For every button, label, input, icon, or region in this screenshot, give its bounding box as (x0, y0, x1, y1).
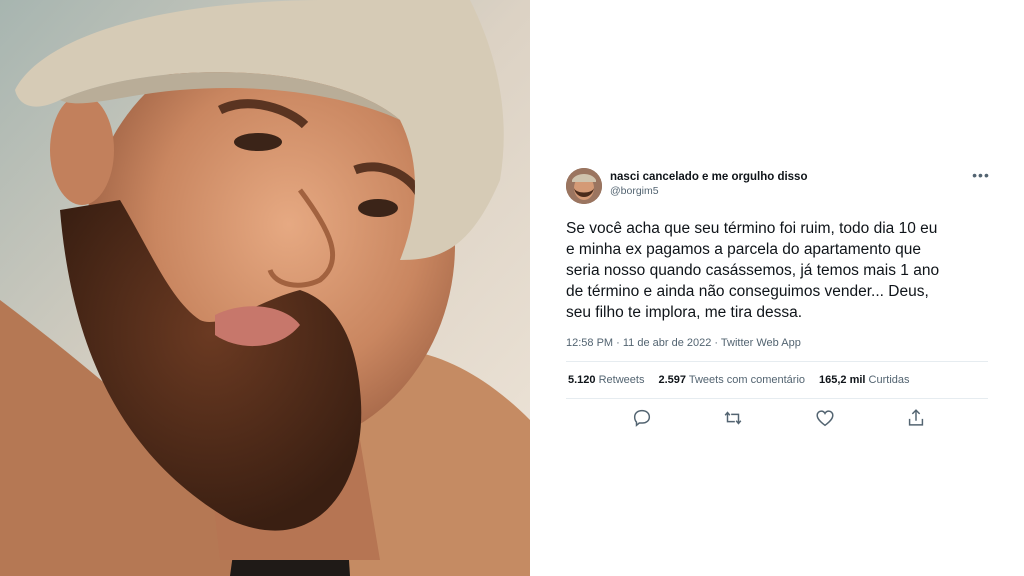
photo-illustration (0, 0, 530, 576)
like-icon[interactable] (814, 407, 836, 429)
tweet-actions (556, 399, 992, 429)
likes-count: 165,2 mil (819, 374, 866, 386)
share-icon[interactable] (905, 407, 927, 429)
selfie-photo (0, 0, 530, 576)
quotes-stat[interactable]: 2.597 Tweets com comentário (658, 374, 805, 386)
handle[interactable]: @borgim5 (610, 184, 807, 198)
retweets-label: Retweets (598, 374, 645, 386)
retweet-icon[interactable] (722, 407, 744, 429)
retweets-count: 5.120 (568, 374, 596, 386)
avatar-image (566, 168, 602, 204)
likes-label: Curtidas (868, 374, 910, 386)
tweet-header: nasci cancelado e me orgulho disso @borg… (556, 160, 992, 204)
tweet-card: nasci cancelado e me orgulho disso @borg… (556, 160, 992, 429)
tweet-text: Se você acha que seu término foi ruim, t… (566, 220, 940, 321)
tweet-stats: 5.120 Retweets 2.597 Tweets com comentár… (556, 362, 992, 398)
quotes-count: 2.597 (658, 374, 686, 386)
avatar[interactable] (566, 168, 602, 204)
photo-divider (530, 0, 556, 576)
quotes-label: Tweets com comentário (688, 374, 805, 386)
retweets-stat[interactable]: 5.120 Retweets (568, 374, 644, 386)
reply-icon[interactable] (631, 407, 653, 429)
likes-stat[interactable]: 165,2 mil Curtidas (819, 374, 910, 386)
author-names: nasci cancelado e me orgulho disso @borg… (610, 170, 807, 198)
display-name[interactable]: nasci cancelado e me orgulho disso (610, 170, 807, 184)
tweet-meta: 12:58 PM · 11 de abr de 2022 · Twitter W… (566, 337, 801, 349)
more-options-icon[interactable]: ••• (970, 168, 992, 186)
